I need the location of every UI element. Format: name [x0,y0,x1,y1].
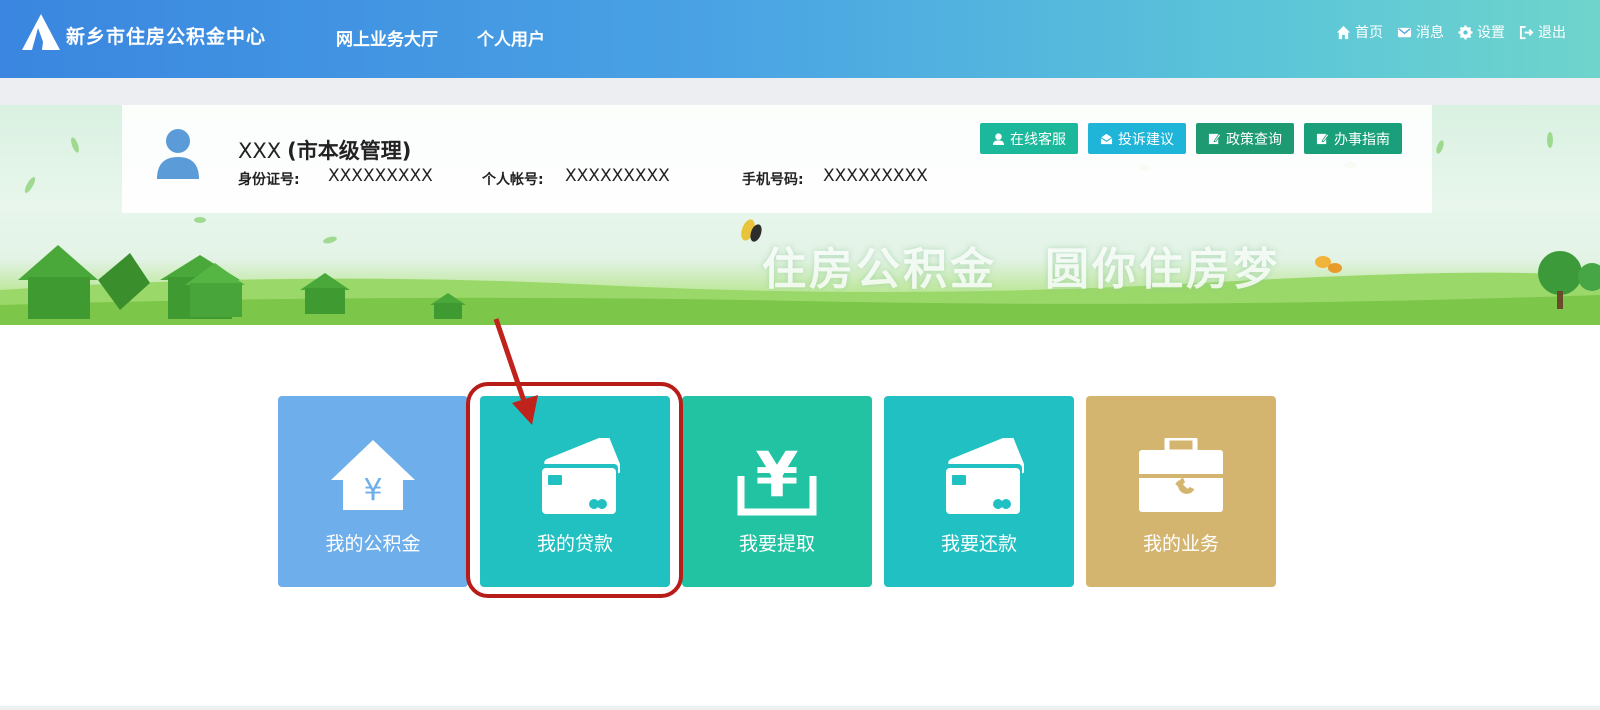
user-info-card: XXX (市本级管理) 身份证号: XXXXXXXXX 个人帐号: XXXXXXX… [122,105,1432,213]
house-yen-icon: ¥ [331,440,415,510]
account-number-value: XXXXXXXXX [565,166,670,186]
red-arrow-annotation [493,318,538,425]
svg-text:¥: ¥ [755,438,798,511]
slogan-left: 住房公积金 [762,244,997,295]
policy-query-button[interactable]: 政策查询 [1196,123,1294,154]
complaint-suggestion-label: 投诉建议 [1118,131,1174,148]
gear-icon [1458,24,1473,40]
service-icon [992,133,1005,145]
online-service-label: 在线客服 [1010,131,1066,148]
account-number-label: 个人帐号: [482,172,544,188]
tile-repay[interactable]: 我要还款 [884,396,1074,587]
logo-icon [22,14,60,50]
service-guide-button[interactable]: 办事指南 [1304,123,1402,154]
home-link[interactable]: 首页 [1336,22,1383,42]
id-number-value: XXXXXXXXX [328,166,433,186]
messages-link[interactable]: 消息 [1397,22,1444,42]
messages-link-label: 消息 [1416,25,1444,41]
policy-query-label: 政策查询 [1226,131,1282,148]
butterfly-icon [741,219,762,242]
id-number-label: 身份证号: [238,172,300,188]
footer-divider [0,706,1600,710]
slogan-right: 圆你住房梦 [1045,244,1280,295]
settings-link[interactable]: 设置 [1458,22,1505,42]
tile-withdraw[interactable]: ¥ 我要提取 [682,396,872,587]
yen-tray-icon: ¥ [737,438,817,516]
tile-my-provident-fund[interactable]: ¥ 我的公积金 [278,396,468,587]
cards-icon [942,438,1024,514]
header-divider-strip [0,78,1600,105]
user-name-text: XXX [238,139,282,163]
nav-online-hall[interactable]: 网上业务大厅 [336,25,438,50]
top-links: 首页 消息 设置 退出 [1336,22,1566,42]
service-guide-label: 办事指南 [1334,131,1390,148]
complaint-suggestion-button[interactable]: 投诉建议 [1088,123,1186,154]
user-role: (市本级管理) [287,139,412,163]
edit-icon [1208,133,1221,145]
tile-my-business[interactable]: 我的业务 [1086,396,1276,587]
banner: XXX (市本级管理) 身份证号: XXXXXXXXX 个人帐号: XXXXXXX… [0,105,1600,325]
tile-my-business-label: 我的业务 [1142,533,1219,555]
edit-icon [1316,133,1329,145]
site-title: 新乡市住房公积金中心 [66,26,267,48]
tile-repay-label: 我要还款 [940,533,1017,555]
svg-text:¥: ¥ [363,473,382,508]
settings-link-label: 设置 [1477,25,1505,41]
logout-link[interactable]: 退出 [1519,22,1566,42]
user-name: XXX (市本级管理) [238,135,411,165]
phone-number-value: XXXXXXXXX [823,166,928,186]
tile-withdraw-label: 我要提取 [738,533,815,555]
top-header: 新乡市住房公积金中心 网上业务大厅 个人用户 首页 消息 设置 退出 [0,0,1600,78]
tile-my-provident-fund-label: 我的公积金 [325,533,421,555]
home-link-label: 首页 [1355,25,1383,41]
nav-personal-user[interactable]: 个人用户 [477,25,545,50]
toolbox-icon [1139,438,1223,512]
phone-number-label: 手机号码: [742,172,804,188]
logout-link-label: 退出 [1538,25,1566,41]
envelope-open-icon [1100,133,1113,145]
home-icon [1336,25,1351,39]
quick-actions: 在线客服 投诉建议 政策查询 办事指南 [980,123,1402,154]
envelope-icon [1397,27,1412,37]
logout-icon [1519,25,1534,39]
avatar [157,129,199,179]
banner-slogan: 住房公积金 圆你住房梦 [762,233,1280,297]
online-service-button[interactable]: 在线客服 [980,123,1078,154]
